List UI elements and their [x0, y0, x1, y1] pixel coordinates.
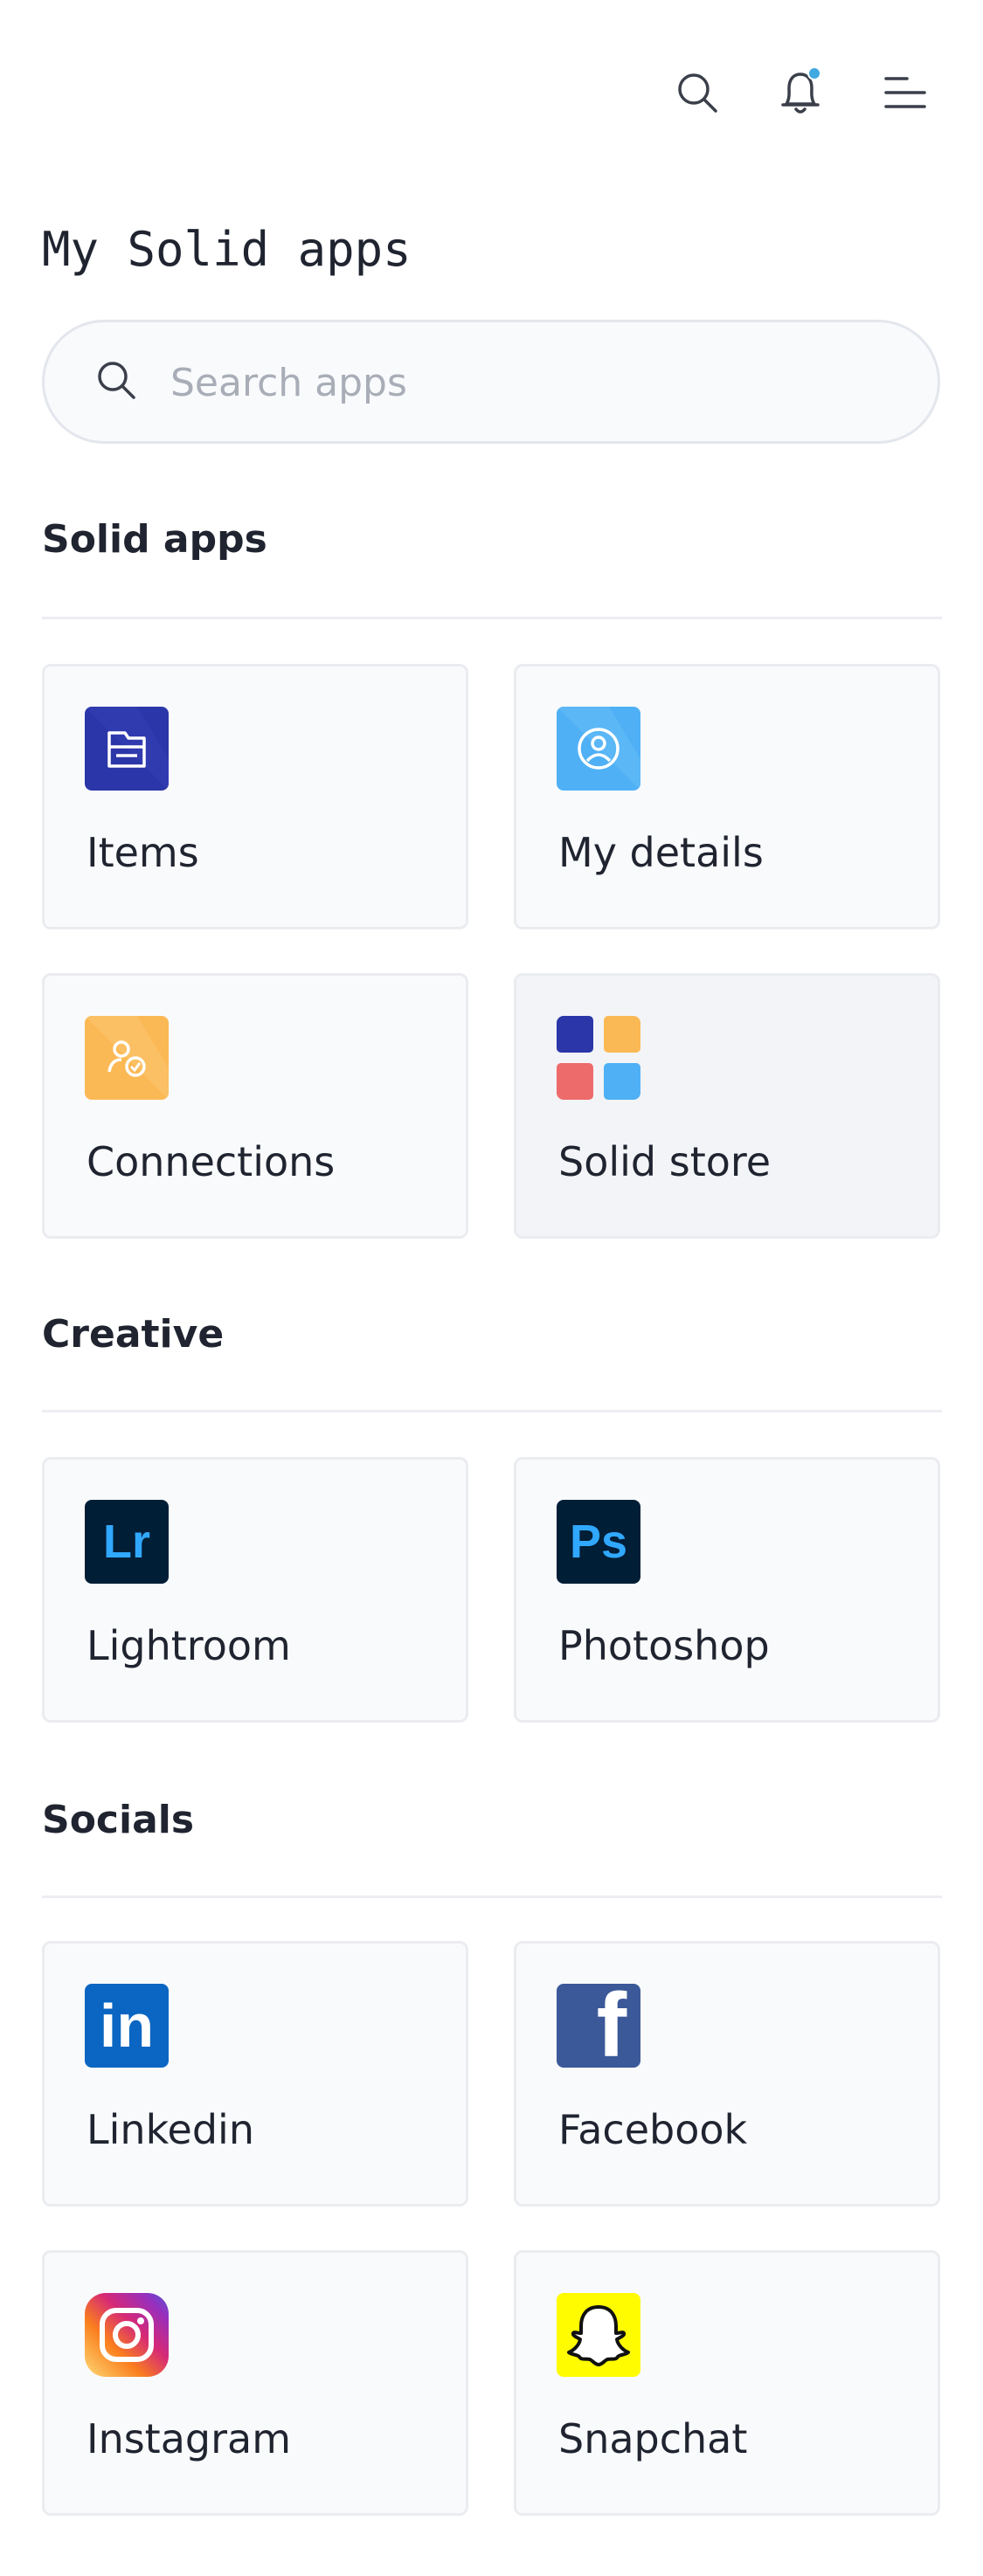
lightroom-icon: Lr [85, 1500, 169, 1584]
linkedin-badge: in [99, 1992, 155, 2060]
top-bar [0, 0, 983, 175]
page-title: My Solid apps [42, 222, 412, 278]
search-icon [93, 357, 141, 408]
app-label: My details [558, 829, 764, 876]
divider [42, 1896, 942, 1898]
app-card-my-details[interactable]: My details [514, 664, 940, 929]
app-label: Instagram [87, 2415, 292, 2462]
app-card-instagram[interactable]: Instagram [42, 2250, 468, 2516]
app-label: Photoshop [558, 1622, 770, 1669]
section-title-solid-apps: Solid apps [42, 517, 267, 562]
app-card-connections[interactable]: Connections [42, 973, 468, 1239]
app-card-linkedin[interactable]: in Linkedin [42, 1941, 468, 2207]
facebook-icon: f [557, 1984, 640, 2068]
app-label: Lightroom [87, 1622, 291, 1669]
app-card-items[interactable]: Items [42, 664, 468, 929]
notification-dot [807, 66, 821, 80]
linkedin-icon: in [85, 1984, 169, 2068]
bell-icon[interactable] [769, 61, 832, 124]
app-label: Snapchat [558, 2415, 748, 2462]
divider [42, 617, 942, 619]
instagram-icon [85, 2293, 169, 2377]
connections-icon [85, 1016, 169, 1100]
app-label: Facebook [558, 2106, 748, 2153]
app-card-solid-store[interactable]: Solid store [514, 973, 940, 1239]
photoshop-icon: Ps [557, 1500, 640, 1584]
user-circle-icon [557, 707, 640, 791]
app-label: Linkedin [87, 2106, 254, 2153]
app-label: Connections [87, 1138, 336, 1185]
snapchat-icon [557, 2293, 640, 2377]
divider [42, 1410, 942, 1412]
items-folder-icon [85, 707, 169, 791]
facebook-badge: f [596, 1984, 627, 2068]
search-icon[interactable] [666, 61, 729, 124]
store-grid-icon [557, 1016, 640, 1100]
section-title-creative: Creative [42, 1312, 225, 1357]
search-bar[interactable] [42, 320, 940, 444]
app-card-facebook[interactable]: f Facebook [514, 1941, 940, 2207]
search-input[interactable] [169, 354, 889, 411]
app-card-photoshop[interactable]: Ps Photoshop [514, 1457, 940, 1723]
section-title-socials: Socials [42, 1798, 195, 1842]
menu-icon[interactable] [874, 61, 937, 124]
app-card-snapchat[interactable]: Snapchat [514, 2250, 940, 2516]
app-card-lightroom[interactable]: Lr Lightroom [42, 1457, 468, 1723]
app-label: Solid store [558, 1138, 772, 1185]
photoshop-badge: Ps [569, 1516, 628, 1568]
app-label: Items [87, 829, 199, 876]
lightroom-badge: Lr [103, 1516, 150, 1568]
